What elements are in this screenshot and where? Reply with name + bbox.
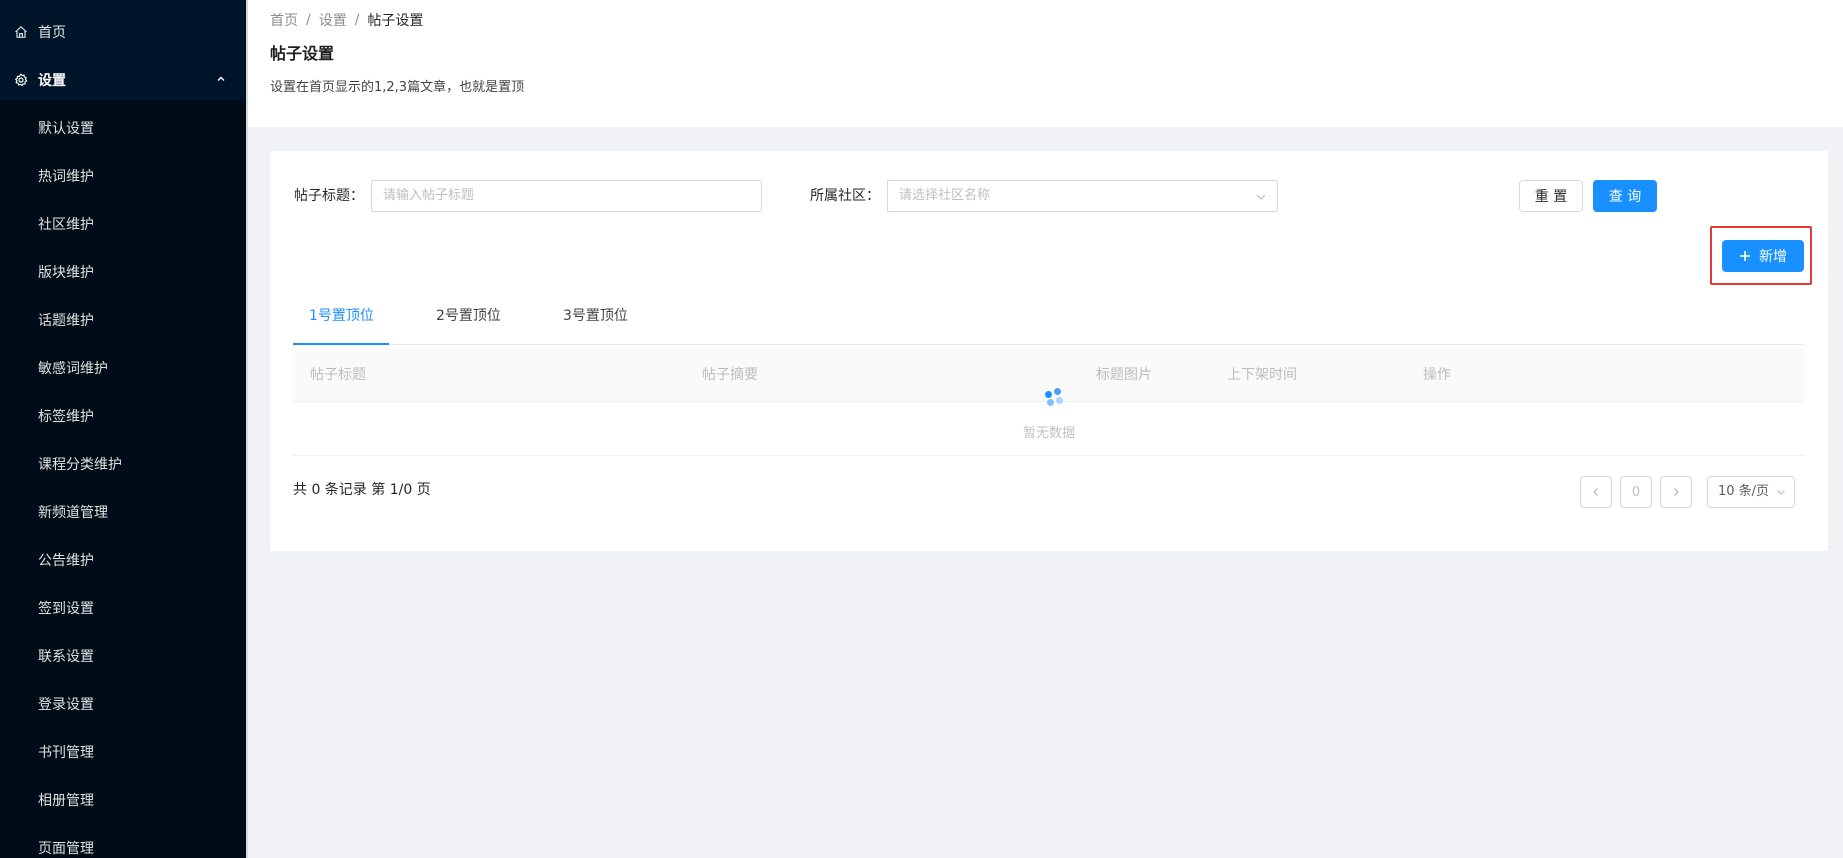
sidebar-item-tags[interactable]: 标签维护 <box>0 396 246 436</box>
menu-item-settings-label: 设置 <box>38 73 66 89</box>
sidebar-item-board[interactable]: 版块维护 <box>0 252 246 292</box>
column-header-summary: 帖子摘要 <box>702 367 758 383</box>
menu-item-home[interactable]: 首页 <box>0 12 246 52</box>
breadcrumb-settings[interactable]: 设置 <box>319 10 347 30</box>
sidebar-item-hot-words[interactable]: 热词维护 <box>0 156 246 196</box>
home-icon <box>14 25 28 39</box>
sidebar-item-topic[interactable]: 话题维护 <box>0 300 246 340</box>
page-header: 首页 / 设置 / 帖子设置 帖子设置 设置在首页显示的1,2,3篇文章，也就是… <box>248 0 1843 127</box>
sidebar-item-default-settings[interactable]: 默认设置 <box>0 108 246 148</box>
gear-icon <box>14 73 28 87</box>
post-title-label: 帖子标题： <box>294 188 364 204</box>
pagination-next-button[interactable] <box>1660 476 1692 508</box>
sidebar-item-pages[interactable]: 页面管理 <box>0 828 246 858</box>
column-header-image: 标题图片 <box>1096 367 1152 383</box>
tab-pin-3[interactable]: 3号置顶位 <box>547 301 644 345</box>
empty-text: 暂无数据 <box>1022 426 1075 441</box>
menu-item-home-label: 首页 <box>38 25 66 41</box>
tabs: 1号置顶位 2号置顶位 3号置顶位 <box>293 301 1805 345</box>
query-button[interactable]: 查 询 <box>1593 180 1657 212</box>
pagination-total: 共 0 条记录 第 1/0 页 <box>293 482 431 498</box>
breadcrumb-current: 帖子设置 <box>367 13 424 29</box>
breadcrumb-separator: / <box>354 12 360 28</box>
tab-pin-2[interactable]: 2号置顶位 <box>420 301 517 345</box>
sidebar-item-albums[interactable]: 相册管理 <box>0 780 246 820</box>
column-header-schedule: 上下架时间 <box>1227 367 1297 383</box>
settings-submenu: 默认设置 热词维护 社区维护 版块维护 话题维护 敏感词维护 标签维护 课程分类… <box>0 100 246 858</box>
page-size-value: 10 条/页 <box>1718 484 1770 499</box>
breadcrumb: 首页 / 设置 / 帖子设置 <box>270 10 423 30</box>
posts-table: 帖子标题 帖子摘要 标题图片 上下架时间 操作 暂无数据 <box>293 348 1805 456</box>
content-card: 帖子标题： 请输入帖子标题 所属社区： 请选择社区名称 重 置 查 询 新增 1… <box>270 151 1828 551</box>
tab-pin-1[interactable]: 1号置顶位 <box>293 301 390 345</box>
chevron-down-icon <box>1255 191 1267 203</box>
sidebar-divider <box>246 0 248 858</box>
breadcrumb-home[interactable]: 首页 <box>270 10 298 30</box>
plus-icon <box>1739 250 1751 262</box>
sidebar-item-contact[interactable]: 联系设置 <box>0 636 246 676</box>
menu-item-settings[interactable]: 设置 <box>0 60 246 100</box>
sidebar-item-community[interactable]: 社区维护 <box>0 204 246 244</box>
sidebar-item-course-category[interactable]: 课程分类维护 <box>0 444 246 484</box>
column-header-actions: 操作 <box>1423 367 1451 383</box>
table-empty-row: 暂无数据 <box>293 402 1805 456</box>
chevron-left-icon <box>1593 488 1598 496</box>
sidebar: 首页 设置 默认设置 热词维护 社区维护 版块维护 话题维护 敏感词维护 标签维… <box>0 0 246 858</box>
pagination-prev-button[interactable] <box>1580 476 1612 508</box>
column-header-title: 帖子标题 <box>310 367 366 383</box>
sidebar-item-sensitive-words[interactable]: 敏感词维护 <box>0 348 246 388</box>
loading-spinner-icon <box>1045 388 1065 408</box>
active-tab-indicator <box>293 343 389 345</box>
page-description: 设置在首页显示的1,2,3篇文章，也就是置顶 <box>270 80 525 95</box>
sidebar-item-announcement[interactable]: 公告维护 <box>0 540 246 580</box>
reset-button[interactable]: 重 置 <box>1519 180 1583 212</box>
page-size-select[interactable]: 10 条/页 <box>1707 476 1795 508</box>
sidebar-item-checkin[interactable]: 签到设置 <box>0 588 246 628</box>
community-label: 所属社区： <box>810 188 880 204</box>
page-title: 帖子设置 <box>270 44 335 63</box>
add-button[interactable]: 新增 <box>1722 240 1804 272</box>
post-title-input[interactable]: 请输入帖子标题 <box>371 180 762 212</box>
sidebar-item-books[interactable]: 书刊管理 <box>0 732 246 772</box>
breadcrumb-separator: / <box>306 12 311 28</box>
community-select-placeholder: 请选择社区名称 <box>899 188 991 203</box>
chevron-up-icon <box>216 74 226 84</box>
community-select[interactable]: 请选择社区名称 <box>887 180 1278 212</box>
pagination-current-page[interactable]: 0 <box>1620 476 1652 508</box>
sidebar-item-channel[interactable]: 新频道管理 <box>0 492 246 532</box>
chevron-down-icon <box>1777 490 1785 495</box>
sidebar-item-login[interactable]: 登录设置 <box>0 684 246 724</box>
chevron-right-icon <box>1674 488 1679 496</box>
add-button-label: 新增 <box>1759 249 1787 265</box>
